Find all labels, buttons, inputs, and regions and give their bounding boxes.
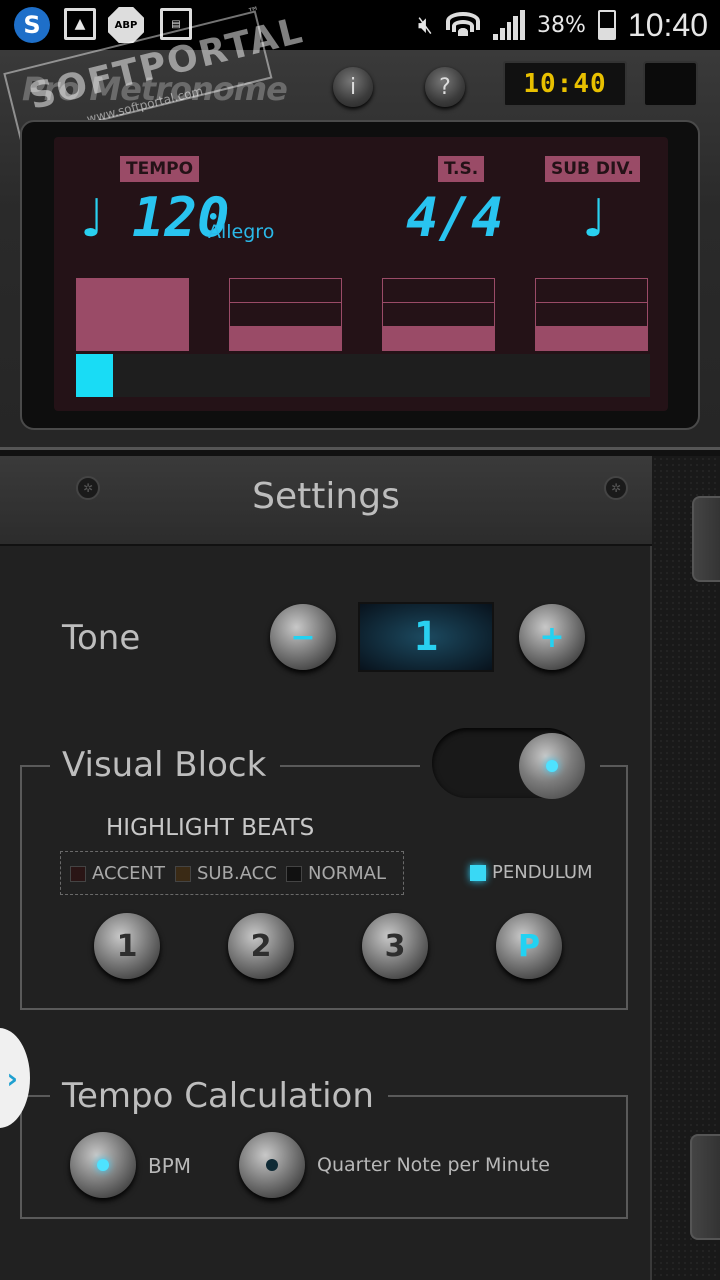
tempo-name: Allegro [208,221,275,243]
bpm-radio[interactable] [70,1132,136,1198]
signal-icon [493,10,525,40]
ts-tag: T.S. [438,156,485,182]
bpm-label[interactable]: BPM [148,1154,191,1178]
wifi-icon [445,10,481,40]
side-drawer-handle-top[interactable] [692,496,720,582]
calendar-icon: ▤ [160,8,192,40]
subdiv-note-icon[interactable]: ♩ [582,193,607,245]
qnpm-radio[interactable] [239,1132,305,1198]
beat-progress-fill [76,354,114,397]
subdiv-tag: SUB DIV. [545,156,640,182]
help-icon: ? [439,74,451,100]
legend-normal: NORMAL [286,863,386,884]
pendulum-indicator: PENDULUM [470,862,593,883]
app-logo: Pro Metronome [22,70,288,108]
qnpm-label[interactable]: Quarter Note per Minute [317,1154,550,1176]
time-signature[interactable]: 4/4 [406,191,504,245]
status-time: 10:40 [627,6,708,43]
adblock-icon: ABP [108,7,144,43]
chevron-right-icon: › [6,1061,18,1095]
beat-highlight-3-button[interactable]: 3 [362,913,428,979]
tone-minus-button[interactable]: − [270,604,336,670]
power-button[interactable] [643,61,698,107]
beat-progress-bar [76,354,650,397]
tempo-calc-label: Tempo Calculation [62,1076,374,1116]
tempo-note-icon: ♩ [80,189,105,249]
highlight-beats-title: HIGHLIGHT BEATS [106,815,315,841]
status-bar: S ▲ ABP ▤ 🔇︎ 38% 10:40 [0,0,720,50]
mute-icon: 🔇︎ [417,11,434,39]
beat-block-1 [76,278,189,351]
side-drawer-handle-bottom[interactable] [690,1134,720,1240]
skype-icon: S [14,7,50,43]
info-button[interactable]: i [333,67,373,107]
beat-highlight-2-button[interactable]: 2 [228,913,294,979]
beat-block-4 [535,278,648,351]
legend-accent: ACCENT [70,863,165,884]
image-icon: ▲ [64,8,96,40]
legend-sub-acc: SUB.ACC [175,863,277,884]
header-clock: 10:40 [503,61,627,107]
visual-block-label: Visual Block [62,745,267,785]
tone-plus-button[interactable]: + [519,604,585,670]
pendulum-button[interactable]: P [496,913,562,979]
beat-highlight-1-button[interactable]: 1 [94,913,160,979]
info-icon: i [349,74,357,100]
battery-icon [597,10,616,40]
visual-block-toggle-knob[interactable] [519,733,585,799]
screw-icon: ✲ [76,476,100,500]
tone-label: Tone [62,618,141,658]
help-button[interactable]: ? [425,67,465,107]
screw-icon: ✲ [604,476,628,500]
tempo-tag: TEMPO [120,156,200,182]
battery-percent: 38% [537,12,586,38]
tone-value: 1 [358,602,494,672]
beat-block-2 [229,278,342,351]
beat-block-3 [382,278,495,351]
